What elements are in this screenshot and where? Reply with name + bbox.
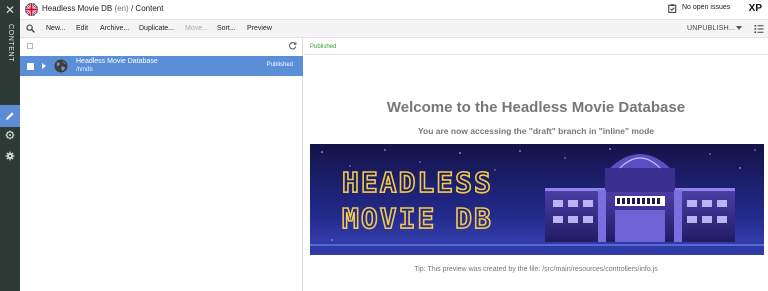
settings-icon[interactable] (5, 130, 15, 140)
gear-icon[interactable] (5, 151, 15, 161)
project-language: (en) (114, 4, 129, 13)
preview-panel: Published Welcome to the Headless Movie … (304, 38, 768, 291)
tree-header (20, 38, 303, 54)
breadcrumb: Headless Movie DB (en) / Content (42, 4, 163, 13)
project-title[interactable]: Headless Movie DB (42, 4, 112, 13)
duplicate-button[interactable]: Duplicate... (139, 25, 174, 32)
movie-db-banner-image: HEADLESS MOVIE DB (310, 144, 764, 255)
breadcrumb-separator: / (130, 4, 134, 13)
side-rail: ✕ CONTENT STUDIO (0, 0, 20, 291)
issues-button[interactable]: No open issues (668, 4, 731, 13)
pencil-icon (6, 112, 14, 120)
tree-item-title: Headless Movie Database (76, 58, 158, 65)
tree-row-selected[interactable]: Headless Movie Database /hmdb Published (20, 56, 303, 76)
top-bar: Headless Movie DB (en) / Content No open… (20, 0, 768, 20)
banner-line-1: HEADLESS (342, 166, 493, 199)
tree-item-path: /hmdb (76, 67, 93, 73)
details-list-icon[interactable] (754, 24, 764, 34)
content-tree-panel: Headless Movie Database /hmdb Published (20, 38, 303, 291)
move-button[interactable]: Move... (185, 25, 208, 32)
chevron-down-icon[interactable] (736, 26, 742, 30)
search-icon[interactable] (26, 24, 35, 33)
refresh-icon[interactable] (288, 41, 297, 50)
unpublish-button[interactable]: UNPUBLISH... (687, 25, 735, 32)
preview-status: Published (310, 44, 337, 50)
issues-label: No open issues (682, 4, 731, 11)
checklist-icon (668, 4, 677, 13)
edit-button[interactable]: Edit (76, 25, 88, 32)
page-subtitle: You are now accessing the "draft" branch… (417, 126, 655, 136)
sort-button[interactable]: Sort... (217, 25, 236, 32)
globe-icon (54, 59, 68, 73)
close-icon[interactable]: ✕ (0, 3, 20, 17)
new-button[interactable]: New... (46, 25, 65, 32)
status-badge: Published (266, 62, 293, 68)
breadcrumb-section: Content (135, 4, 164, 13)
xp-logo[interactable]: XP (749, 3, 762, 14)
app-window: ✕ CONTENT STUDIO (0, 0, 768, 291)
preview-tip: Tip: This preview was created by the fil… (414, 266, 658, 273)
row-checkbox[interactable] (27, 63, 34, 70)
archive-button[interactable]: Archive... (100, 25, 129, 32)
expand-arrow-icon[interactable] (42, 63, 46, 69)
banner-line-2: MOVIE DB (342, 202, 493, 235)
edit-mode-button[interactable] (0, 105, 20, 127)
app-label: CONTENT STUDIO (7, 24, 14, 62)
content-toolbar: New... Edit Archive... Duplicate... Move… (20, 20, 768, 38)
page-title: Welcome to the Headless Movie Database (386, 99, 686, 116)
divider (304, 54, 768, 55)
preview-button[interactable]: Preview (247, 25, 272, 32)
uk-flag-icon (25, 3, 38, 16)
select-all-checkbox[interactable] (27, 43, 33, 49)
